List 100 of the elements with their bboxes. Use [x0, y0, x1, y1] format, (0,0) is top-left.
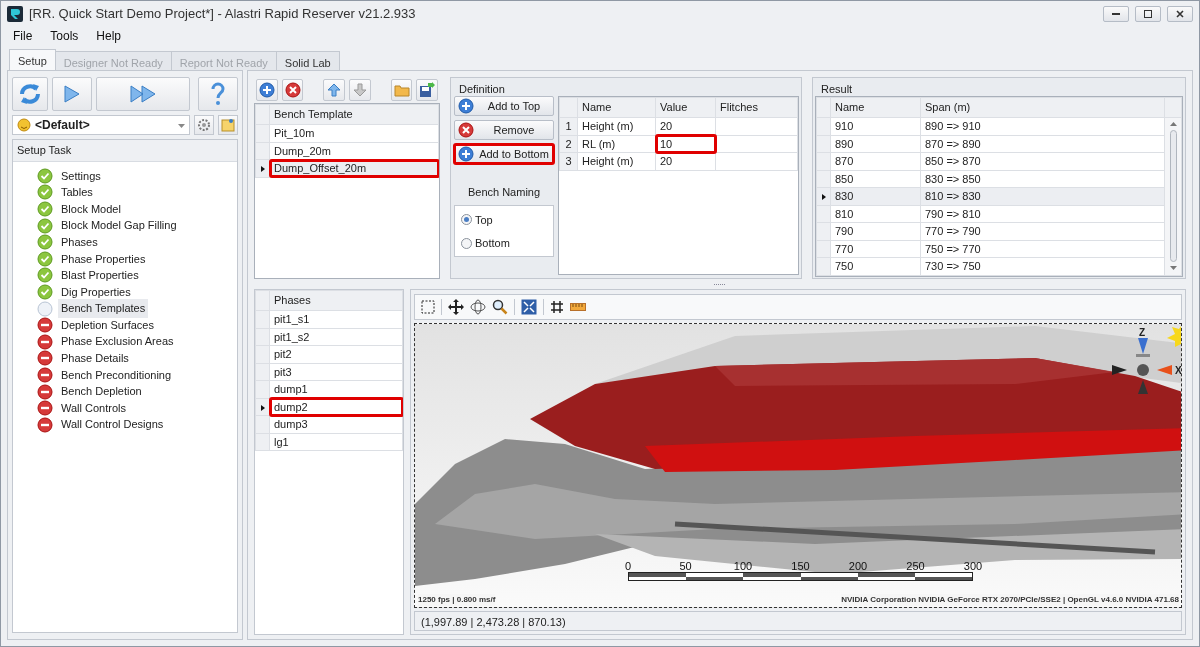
table-cell[interactable]: 10	[655, 135, 716, 153]
table-cell: 770	[830, 240, 921, 258]
3d-viewport[interactable]: Z X 0 50 100 150 200 250 300 1250 fps | 0.800 ms/f NVIDIA Corporation NVIDIA GeForce RTX 2070/PCIe/SSE2 | OpenGL v4.6.0 NVIDIA 471.68	[414, 323, 1182, 608]
group-title: Result	[820, 82, 854, 96]
table-cell[interactable]: pit2	[269, 345, 403, 363]
minimize-button[interactable]	[1103, 5, 1129, 22]
save-arrow-icon	[419, 82, 436, 98]
rotate-icon[interactable]	[470, 299, 486, 315]
minimize-icon	[1112, 12, 1120, 15]
run-all-button[interactable]	[96, 77, 190, 111]
task-item[interactable]: Bench Depletion	[58, 382, 145, 401]
menu-item[interactable]: Help	[88, 26, 130, 46]
scale-label: 200	[847, 561, 869, 572]
settings-button[interactable]	[194, 115, 214, 135]
check-icon	[37, 283, 53, 300]
column-header: Name	[577, 97, 656, 118]
note-icon	[221, 118, 235, 132]
table-cell[interactable]: Dump_Offset_20m	[269, 159, 439, 177]
remove-icon	[458, 122, 474, 138]
minus-icon	[37, 317, 53, 334]
profile-dropdown[interactable]: <Default>	[12, 115, 190, 135]
task-item[interactable]: Phase Properties	[58, 249, 149, 268]
help-button[interactable]	[198, 77, 238, 111]
caret-icon	[178, 123, 185, 128]
play-icon	[63, 84, 81, 104]
arrow-down-icon	[352, 83, 367, 97]
task-item[interactable]: Dig Properties	[58, 282, 134, 302]
menu-item[interactable]: Tools	[42, 26, 87, 46]
ruler-icon[interactable]	[570, 302, 586, 312]
radio-button[interactable]: Bottom	[461, 235, 547, 252]
renderer-text: NVIDIA Corporation NVIDIA GeForce RTX 2070/PCIe/SSE2 | OpenGL v4.6.0 NVIDIA 471.68	[841, 594, 1179, 606]
add-icon	[458, 98, 474, 114]
task-item[interactable]: Phases	[58, 232, 101, 252]
task-item[interactable]: Wall Control Designs	[58, 415, 167, 434]
group-title: Definition	[458, 82, 506, 96]
table-cell: 890	[830, 135, 921, 153]
play-button[interactable]	[52, 77, 92, 111]
scrollbar-thumb[interactable]	[1169, 130, 1177, 262]
close-button[interactable]	[1167, 5, 1193, 22]
task-item[interactable]: Wall Controls	[58, 398, 129, 418]
table-cell[interactable]: pit1_s1	[269, 310, 403, 328]
task-item[interactable]: Phase Exclusion Areas	[58, 332, 177, 351]
scale-label: 100	[732, 561, 754, 572]
scale-label: 50	[678, 561, 693, 572]
task-item[interactable]: Depletion Surfaces	[58, 315, 157, 335]
table-cell[interactable]: Pit_10m	[269, 124, 439, 142]
grid-icon[interactable]	[550, 300, 564, 314]
task-item[interactable]: Blast Properties	[58, 266, 142, 285]
scroll-up-icon	[1169, 122, 1177, 126]
folder-icon	[393, 83, 410, 97]
remove-icon	[284, 82, 301, 98]
table-cell[interactable]: lg1	[269, 433, 403, 451]
table-cell[interactable]: pit1_s2	[269, 328, 403, 346]
zoom-icon[interactable]	[492, 299, 508, 315]
close-icon	[1176, 9, 1184, 18]
check-icon	[37, 167, 53, 184]
maximize-button[interactable]	[1135, 5, 1161, 22]
move-down-button[interactable]	[349, 79, 371, 101]
task-item[interactable]: Bench Templates	[58, 299, 149, 318]
task-item[interactable]: Phase Details	[58, 349, 132, 368]
check-icon	[37, 267, 53, 284]
move-icon[interactable]	[448, 299, 464, 315]
table-cell[interactable]: 20	[655, 152, 716, 170]
column-header: Value	[655, 97, 716, 118]
fit-view-icon[interactable]	[521, 299, 537, 315]
coordinates-text: (1,997.89 | 2,473.28 | 870.13)	[414, 611, 1182, 631]
splitter-grip-icon[interactable]	[714, 282, 726, 286]
table-cell[interactable]: dump2	[269, 398, 403, 416]
scroll-down-icon	[1169, 266, 1177, 270]
table-cell[interactable]: pit3	[269, 363, 403, 381]
menu-item[interactable]: File	[5, 26, 41, 46]
tab[interactable]: Setup	[9, 49, 56, 70]
task-item[interactable]: Block Model	[58, 199, 124, 219]
table-cell: 810	[830, 205, 921, 223]
axis-gizmo-drawing[interactable]	[1112, 338, 1172, 394]
task-item[interactable]: Tables	[58, 183, 96, 202]
help-icon	[210, 82, 226, 106]
mask-icon	[17, 118, 31, 132]
refresh-button[interactable]	[12, 77, 48, 111]
check-icon	[37, 250, 53, 267]
radio-button[interactable]: Top	[461, 211, 547, 228]
note-button[interactable]	[218, 115, 238, 135]
definition-button[interactable]: Add to Bottom	[454, 144, 554, 164]
tab[interactable]: Solid Lab	[275, 51, 340, 70]
task-item[interactable]: Block Model Gap Filling	[58, 216, 180, 235]
definition-button[interactable]: Remove	[454, 120, 554, 140]
maximize-icon	[1144, 9, 1152, 18]
task-item[interactable]: Settings	[58, 166, 104, 186]
definition-button[interactable]: Add to Top	[454, 96, 554, 116]
fast-forward-icon	[129, 84, 157, 104]
window-title: [RR. Quick Start Demo Project*] - Alastri Rapid Reserver v21.2.933	[29, 4, 416, 23]
minus-icon	[37, 383, 53, 400]
move-up-button[interactable]	[323, 79, 345, 101]
delete-button[interactable]	[281, 79, 304, 101]
table-cell: 790	[830, 222, 921, 240]
check-icon	[37, 201, 53, 217]
export-button[interactable]	[416, 79, 439, 101]
task-item[interactable]: Bench Preconditioning	[58, 365, 175, 385]
add-button[interactable]	[256, 79, 278, 101]
table-cell[interactable]: dump3	[269, 415, 403, 433]
